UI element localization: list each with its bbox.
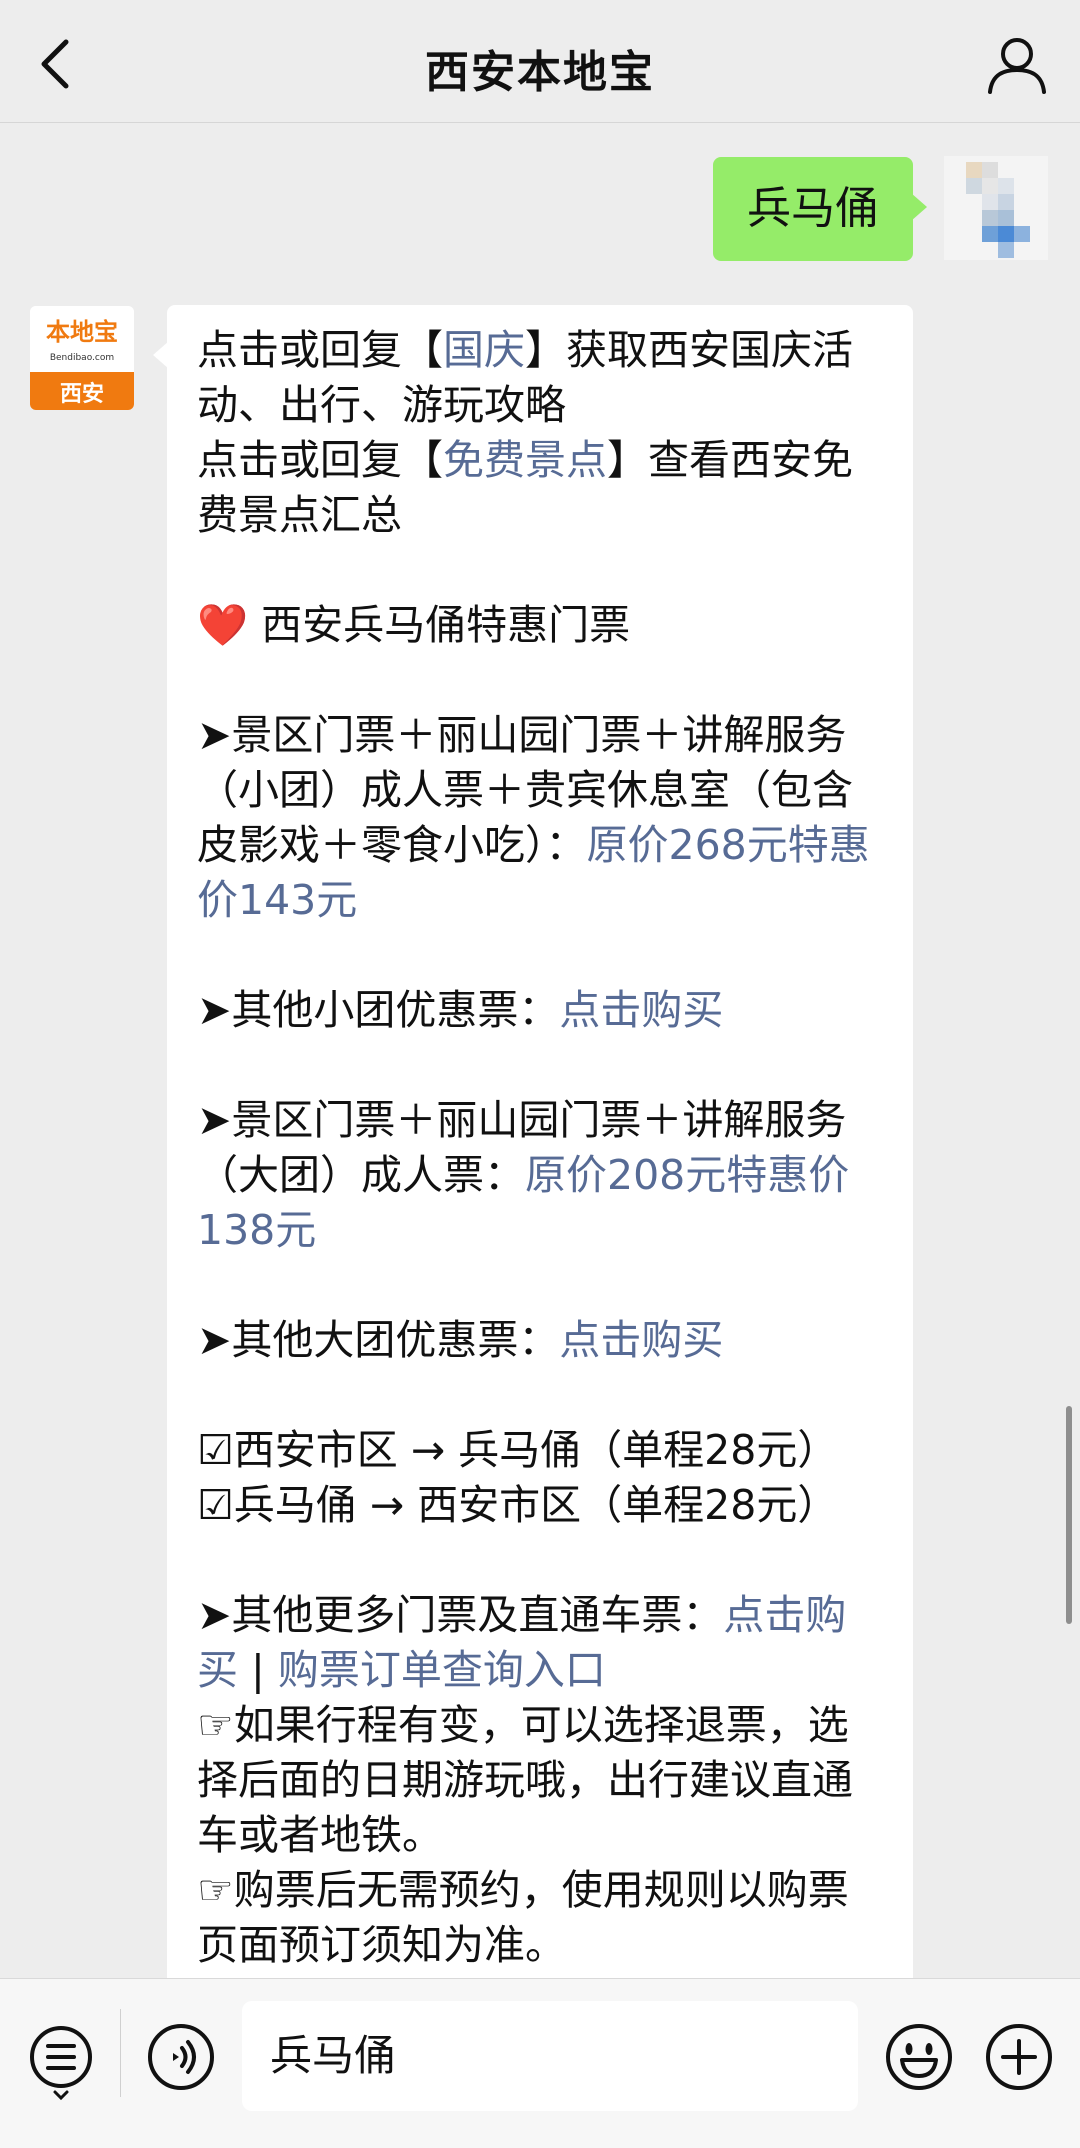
bus-outbound: ☑西安市区 → 兵马俑（单程28元）: [197, 1426, 839, 1474]
brand-logo-text: 本地宝: [46, 318, 118, 346]
plus-icon[interactable]: [984, 2022, 1054, 2092]
reply-guoqing-line: 点击或回复【国庆】获取西安国庆活动、出行、游玩攻略: [197, 326, 853, 429]
menu-list-icon[interactable]: [26, 2022, 96, 2102]
message-input[interactable]: 兵马俑: [242, 2001, 858, 2111]
ticket-small-group-premium: ➤景区门票＋丽山园门票＋讲解服务（小团）成人票＋贵宾休息室（包含皮影戏＋零食小吃…: [197, 711, 870, 924]
refund-note: ☞如果行程有变，可以选择退票，选择后面的日期游玩哦，出行建议直通车或者地铁。: [197, 1701, 853, 1859]
emoji-icon[interactable]: [884, 2022, 954, 2092]
ticket-large-group: ➤景区门票＋丽山园门票＋讲解服务（大团）成人票：原价208元特惠价138元: [197, 1096, 850, 1254]
official-account-avatar[interactable]: 本地宝 Bendibao.com 西安: [30, 306, 134, 410]
divider: [120, 2009, 121, 2097]
profile-icon[interactable]: [982, 30, 1052, 100]
pixelated-avatar-icon: [944, 156, 1048, 260]
chat-area[interactable]: 兵马俑 本地宝 Bendibao.com 西安 点击或回复【国庆】获取西安国庆活…: [0, 123, 1080, 1978]
guoqing-link[interactable]: 国庆: [443, 326, 525, 374]
ticket-small-group-other: ➤其他小团优惠票：点击购买: [197, 986, 724, 1034]
back-arrow-icon[interactable]: [28, 28, 88, 98]
booking-note: ☞购票后无需预约，使用规则以购票页面预订须知为准。: [197, 1866, 849, 1969]
free-spots-link[interactable]: 免费景点: [443, 436, 607, 484]
brand-city-text: 西安: [60, 381, 104, 407]
bot-message-bubble: 点击或回复【国庆】获取西安国庆活动、出行、游玩攻略 点击或回复【免费景点】查看西…: [153, 305, 913, 1978]
buy-small-group-link[interactable]: 点击购买: [559, 986, 723, 1034]
bus-return: ☑兵马俑 → 西安市区（单程28元）: [197, 1481, 839, 1529]
brand-url-text: Bendibao.com: [50, 353, 114, 363]
user-avatar[interactable]: [944, 156, 1048, 260]
order-query-link[interactable]: 购票订单查询入口: [278, 1646, 606, 1694]
input-bar: 兵马俑: [0, 1978, 1080, 2148]
reply-free-spots-line: 点击或回复【免费景点】查看西安免费景点汇总: [197, 436, 853, 539]
user-message-bubble[interactable]: 兵马俑: [713, 157, 927, 261]
heart-icon: ❤️: [197, 601, 249, 649]
user-message-text: 兵马俑: [747, 183, 879, 234]
bot-message-text: 点击或回复【国庆】获取西安国庆活动、出行、游玩攻略 点击或回复【免费景点】查看西…: [197, 323, 887, 1973]
voice-icon[interactable]: [146, 2022, 216, 2092]
page-title: 西安本地宝: [425, 47, 655, 98]
scrollbar[interactable]: [1066, 1406, 1072, 1624]
section-title: ❤️ 西安兵马俑特惠门票: [197, 601, 631, 649]
nav-bar: 西安本地宝: [0, 0, 1080, 123]
ticket-large-group-other: ➤其他大团优惠票：点击购买: [197, 1316, 724, 1364]
buy-large-group-link[interactable]: 点击购买: [559, 1316, 723, 1364]
more-tickets-line: ➤其他更多门票及直通车票：点击购买 | 购票订单查询入口: [197, 1591, 847, 1694]
